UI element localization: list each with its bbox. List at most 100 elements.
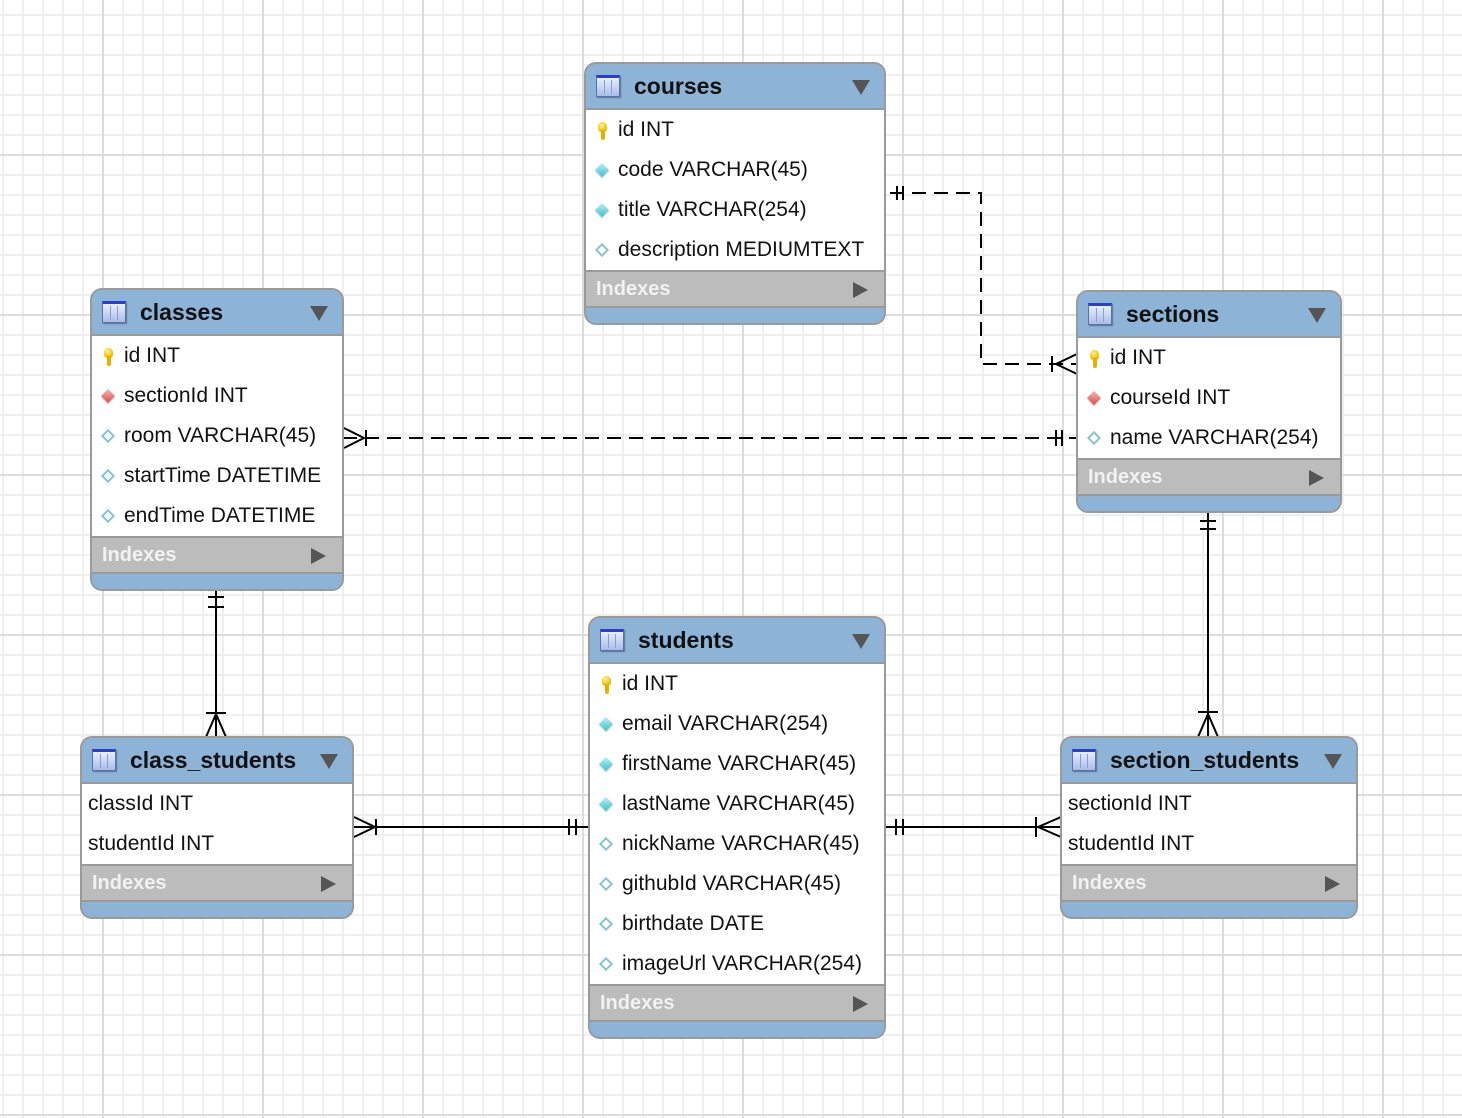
relationship-students-class-students[interactable] xyxy=(353,816,589,838)
expand-triangle-icon[interactable] xyxy=(853,282,868,298)
column-row[interactable]: room VARCHAR(45) xyxy=(92,416,342,456)
table-icon xyxy=(1088,303,1112,325)
column-row[interactable]: endTime DATETIME xyxy=(92,496,342,536)
column-row[interactable]: githubId VARCHAR(45) xyxy=(590,864,884,904)
expand-triangle-icon[interactable] xyxy=(321,876,336,892)
table-footer xyxy=(1078,496,1340,511)
collapse-triangle-icon[interactable] xyxy=(852,80,870,95)
relationship-students-section-students[interactable] xyxy=(885,816,1062,838)
foreign-key-icon xyxy=(1086,390,1102,406)
column-row[interactable]: firstName VARCHAR(45) xyxy=(590,744,884,784)
primary-key-icon xyxy=(100,348,116,366)
column-label: code VARCHAR(45) xyxy=(618,158,808,181)
table-title: courses xyxy=(634,72,723,99)
table-class-students[interactable]: class_students classId INT studentId INT In… xyxy=(80,736,354,919)
column-list: id INT email VARCHAR(254) firstName VARCHA… xyxy=(590,664,884,984)
column-row[interactable]: courseId INT xyxy=(1078,378,1340,418)
table-icon xyxy=(600,629,624,651)
indexes-section[interactable]: Indexes xyxy=(1062,864,1356,902)
column-list: id INT sectionId INT room VARCHAR(45) start… xyxy=(92,336,342,536)
table-header[interactable]: students xyxy=(590,618,884,664)
indexes-section[interactable]: Indexes xyxy=(586,270,884,308)
nullable-column-icon xyxy=(100,508,116,524)
column-label: githubId VARCHAR(45) xyxy=(622,872,842,895)
not-null-column-icon xyxy=(598,796,614,812)
expand-triangle-icon[interactable] xyxy=(853,996,868,1012)
column-row[interactable]: name VARCHAR(254) xyxy=(1078,418,1340,458)
table-header[interactable]: class_students xyxy=(82,738,352,784)
table-header[interactable]: classes xyxy=(92,290,342,336)
column-row[interactable]: id INT xyxy=(92,336,342,376)
nullable-column-icon xyxy=(100,468,116,484)
column-row[interactable]: sectionId INT xyxy=(92,376,342,416)
column-label: studentId INT xyxy=(88,832,215,855)
relationship-courses-sections[interactable] xyxy=(890,186,1078,375)
column-list: classId INT studentId INT xyxy=(82,784,352,864)
nullable-column-icon xyxy=(598,956,614,972)
collapse-triangle-icon[interactable] xyxy=(852,634,870,649)
table-students[interactable]: students id INT email VARCHAR(254) firstNam… xyxy=(588,616,886,1039)
table-classes[interactable]: classes id INT sectionId INT room VARCHAR(4… xyxy=(90,288,344,591)
column-label: name VARCHAR(254) xyxy=(1110,426,1319,449)
not-null-column-icon xyxy=(598,756,614,772)
expand-triangle-icon[interactable] xyxy=(1325,876,1340,892)
not-null-column-icon xyxy=(598,716,614,732)
column-row[interactable]: lastName VARCHAR(45) xyxy=(590,784,884,824)
column-label: sectionId INT xyxy=(1068,792,1192,815)
collapse-triangle-icon[interactable] xyxy=(320,754,338,769)
indexes-section[interactable]: Indexes xyxy=(92,536,342,574)
column-row[interactable]: title VARCHAR(254) xyxy=(586,190,884,230)
indexes-label: Indexes xyxy=(1088,465,1163,488)
table-footer xyxy=(1062,902,1356,917)
table-icon xyxy=(92,749,116,771)
column-label: courseId INT xyxy=(1110,386,1231,409)
relationship-classes-class-students[interactable] xyxy=(205,589,227,738)
column-row[interactable]: classId INT xyxy=(82,784,352,824)
column-row[interactable]: imageUrl VARCHAR(254) xyxy=(590,944,884,984)
table-header[interactable]: section_students xyxy=(1062,738,1356,784)
table-section-students[interactable]: section_students sectionId INT studentId I… xyxy=(1060,736,1358,919)
column-label: birthdate DATE xyxy=(622,912,765,935)
column-label: id INT xyxy=(124,344,181,367)
indexes-section[interactable]: Indexes xyxy=(590,984,884,1022)
column-row[interactable]: nickName VARCHAR(45) xyxy=(590,824,884,864)
column-row[interactable]: code VARCHAR(45) xyxy=(586,150,884,190)
column-label: title VARCHAR(254) xyxy=(618,198,807,221)
collapse-triangle-icon[interactable] xyxy=(310,306,328,321)
relationship-sections-section-students[interactable] xyxy=(1197,511,1219,738)
column-row[interactable]: birthdate DATE xyxy=(590,904,884,944)
relationship-sections-classes[interactable] xyxy=(343,427,1077,449)
column-row[interactable]: sectionId INT xyxy=(1062,784,1356,824)
table-sections[interactable]: sections id INT courseId INT name VARCHAR(2… xyxy=(1076,290,1342,513)
table-title: section_students xyxy=(1110,746,1300,773)
column-row[interactable]: studentId INT xyxy=(82,824,352,864)
column-row[interactable]: description MEDIUMTEXT xyxy=(586,230,884,270)
expand-triangle-icon[interactable] xyxy=(1309,470,1324,486)
column-row[interactable]: id INT xyxy=(1078,338,1340,378)
column-row[interactable]: id INT xyxy=(586,110,884,150)
table-header[interactable]: sections xyxy=(1078,292,1340,338)
table-icon xyxy=(1072,749,1096,771)
table-courses[interactable]: courses id INT code VARCHAR(45) title VARCH… xyxy=(584,62,886,325)
column-row[interactable]: id INT xyxy=(590,664,884,704)
indexes-label: Indexes xyxy=(596,277,671,300)
collapse-triangle-icon[interactable] xyxy=(1308,308,1326,323)
column-label: description MEDIUMTEXT xyxy=(618,238,865,261)
table-title: students xyxy=(638,626,734,653)
table-title: classes xyxy=(140,298,224,325)
column-label: studentId INT xyxy=(1068,832,1195,855)
primary-key-icon xyxy=(598,676,614,694)
expand-triangle-icon[interactable] xyxy=(311,548,326,564)
indexes-section[interactable]: Indexes xyxy=(82,864,352,902)
column-row[interactable]: startTime DATETIME xyxy=(92,456,342,496)
column-row[interactable]: email VARCHAR(254) xyxy=(590,704,884,744)
column-list: sectionId INT studentId INT xyxy=(1062,784,1356,864)
column-row[interactable]: studentId INT xyxy=(1062,824,1356,864)
table-header[interactable]: courses xyxy=(586,64,884,110)
not-null-column-icon xyxy=(594,162,610,178)
column-label: nickName VARCHAR(45) xyxy=(622,832,860,855)
indexes-section[interactable]: Indexes xyxy=(1078,458,1340,496)
primary-key-icon xyxy=(594,122,610,140)
collapse-triangle-icon[interactable] xyxy=(1324,754,1342,769)
table-footer xyxy=(590,1022,884,1037)
